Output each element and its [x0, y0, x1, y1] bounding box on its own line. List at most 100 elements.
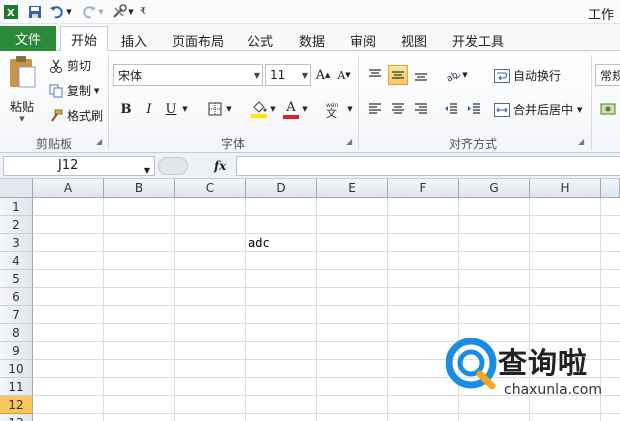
font-name-dropdown-icon: ▼ [253, 71, 260, 80]
shrink-font-button[interactable]: A ▼ [334, 65, 354, 85]
column-header-d[interactable]: D [246, 179, 317, 198]
excel-logo-icon: X [2, 3, 20, 21]
formula-bar: J12 ▼ fx [0, 153, 620, 179]
fill-color-dropdown-icon[interactable]: ▼ [268, 99, 278, 119]
select-all-corner[interactable] [0, 179, 33, 198]
tab-view[interactable]: 视图 [394, 28, 434, 52]
tab-formulas[interactable]: 公式 [240, 28, 280, 52]
column-header-a[interactable]: A [33, 179, 104, 198]
watermark-text: 查询啦 [498, 346, 589, 380]
cut-button[interactable]: 剪切 [48, 57, 91, 74]
tools-dropdown-icon[interactable]: ▼ [126, 3, 136, 21]
row-header-8[interactable]: 8 [0, 324, 33, 342]
undo-dropdown-icon[interactable]: ▼ [64, 3, 74, 21]
cut-label: 剪切 [67, 59, 92, 73]
paintbrush-icon [48, 108, 64, 124]
column-header-f[interactable]: F [388, 179, 459, 198]
tab-insert[interactable]: 插入 [114, 28, 154, 52]
phonetic-dropdown-icon[interactable]: ▼ [345, 99, 355, 119]
formula-bar-resize-handle[interactable] [158, 157, 188, 175]
gridline [33, 287, 620, 288]
row-header-9[interactable]: 9 [0, 342, 33, 360]
italic-button[interactable]: I [139, 99, 159, 119]
formula-input[interactable] [236, 156, 620, 176]
align-middle-button[interactable] [388, 65, 408, 85]
row-header-1[interactable]: 1 [0, 198, 33, 216]
customize-qat-icon[interactable]: ₹ [138, 3, 148, 21]
tab-review[interactable]: 审阅 [343, 28, 383, 52]
borders-dropdown-icon[interactable]: ▼ [224, 99, 234, 119]
clipboard-launcher-icon[interactable]: ◢ [96, 137, 102, 146]
row-header-6[interactable]: 6 [0, 288, 33, 306]
row-header-11[interactable]: 11 [0, 378, 33, 396]
tab-home[interactable]: 开始 [60, 26, 108, 52]
phonetic-guide-button[interactable]: wén 文 [322, 99, 346, 119]
column-header-b[interactable]: B [104, 179, 175, 198]
wrap-text-icon [494, 68, 510, 84]
redo-dropdown-icon[interactable]: ▼ [96, 3, 106, 21]
column-header-h[interactable]: H [530, 179, 601, 198]
font-launcher-icon[interactable]: ◢ [346, 137, 352, 146]
column-header-e[interactable]: E [317, 179, 388, 198]
cell-d3[interactable]: adc [248, 236, 270, 250]
scissors-icon [48, 58, 64, 74]
fill-color-button[interactable] [249, 97, 269, 121]
decrease-indent-button[interactable] [441, 99, 461, 119]
tab-data[interactable]: 数据 [292, 28, 332, 52]
font-size-combo[interactable]: 11 ▼ [265, 64, 311, 86]
borders-button[interactable] [205, 99, 225, 119]
paste-dropdown-icon: ▼ [19, 115, 25, 123]
align-right-button[interactable] [411, 99, 431, 119]
gridline [33, 413, 620, 414]
borders-icon [208, 102, 222, 116]
column-header-partial[interactable] [601, 179, 620, 198]
number-format-combo[interactable]: 常规 [595, 64, 620, 86]
merge-center-button[interactable]: 合并后居中 ▼ [494, 101, 582, 118]
tab-developer[interactable]: 开发工具 [446, 28, 510, 52]
increase-indent-button[interactable] [464, 99, 484, 119]
font-name-combo[interactable]: 宋体 ▼ [113, 64, 263, 86]
tab-file[interactable]: 文件 [0, 26, 56, 51]
underline-button[interactable]: U [161, 99, 181, 119]
row-header-4[interactable]: 4 [0, 252, 33, 270]
save-icon[interactable] [26, 3, 44, 21]
alignment-group-label: 对齐方式 [448, 137, 497, 151]
fill-color-bar [251, 114, 267, 118]
copy-button[interactable]: 复制 ▼ [48, 82, 99, 99]
wrap-text-button[interactable]: 自动换行 [494, 67, 561, 84]
row-header-7[interactable]: 7 [0, 306, 33, 324]
align-bottom-button[interactable] [411, 65, 431, 85]
name-box[interactable]: J12 ▼ [3, 156, 155, 176]
orientation-dropdown-icon[interactable]: ▼ [460, 65, 470, 85]
font-color-dropdown-icon[interactable]: ▼ [300, 99, 310, 119]
font-name-value: 宋体 [118, 68, 143, 83]
column-header-c[interactable]: C [175, 179, 246, 198]
row-header-2[interactable]: 2 [0, 216, 33, 234]
row-header-3[interactable]: 3 [0, 234, 33, 252]
column-header-g[interactable]: G [459, 179, 530, 198]
insert-function-button[interactable]: fx [214, 159, 226, 173]
row-header-5[interactable]: 5 [0, 270, 33, 288]
bold-button[interactable]: B [116, 99, 136, 119]
grow-font-button[interactable]: A ▲ [313, 65, 333, 85]
align-top-button[interactable] [365, 65, 385, 85]
row-header-10[interactable]: 10 [0, 360, 33, 378]
format-painter-label: 格式刷 [67, 109, 104, 123]
currency-format-button[interactable] [598, 99, 618, 119]
format-painter-button[interactable]: 格式刷 [48, 107, 103, 124]
font-color-button[interactable]: A [281, 97, 301, 121]
tab-page-layout[interactable]: 页面布局 [166, 28, 230, 52]
underline-dropdown-icon[interactable]: ▼ [180, 99, 190, 119]
alignment-launcher-icon[interactable]: ◢ [578, 137, 584, 146]
row-header-13[interactable]: 13 [0, 414, 33, 421]
name-box-dropdown-icon[interactable]: ▼ [144, 162, 150, 180]
align-right-icon [415, 103, 427, 114]
copy-label: 复制 [67, 84, 92, 98]
title-bar: X ▼ ▼ ▼ ₹ 工作 [0, 0, 620, 24]
paste-button[interactable]: 粘贴 ▼ [4, 55, 40, 129]
merge-center-dropdown-icon: ▼ [577, 105, 583, 114]
align-left-button[interactable] [365, 99, 385, 119]
align-top-icon [369, 69, 381, 77]
row-header-12[interactable]: 12 [0, 396, 33, 414]
align-center-button[interactable] [388, 99, 408, 119]
